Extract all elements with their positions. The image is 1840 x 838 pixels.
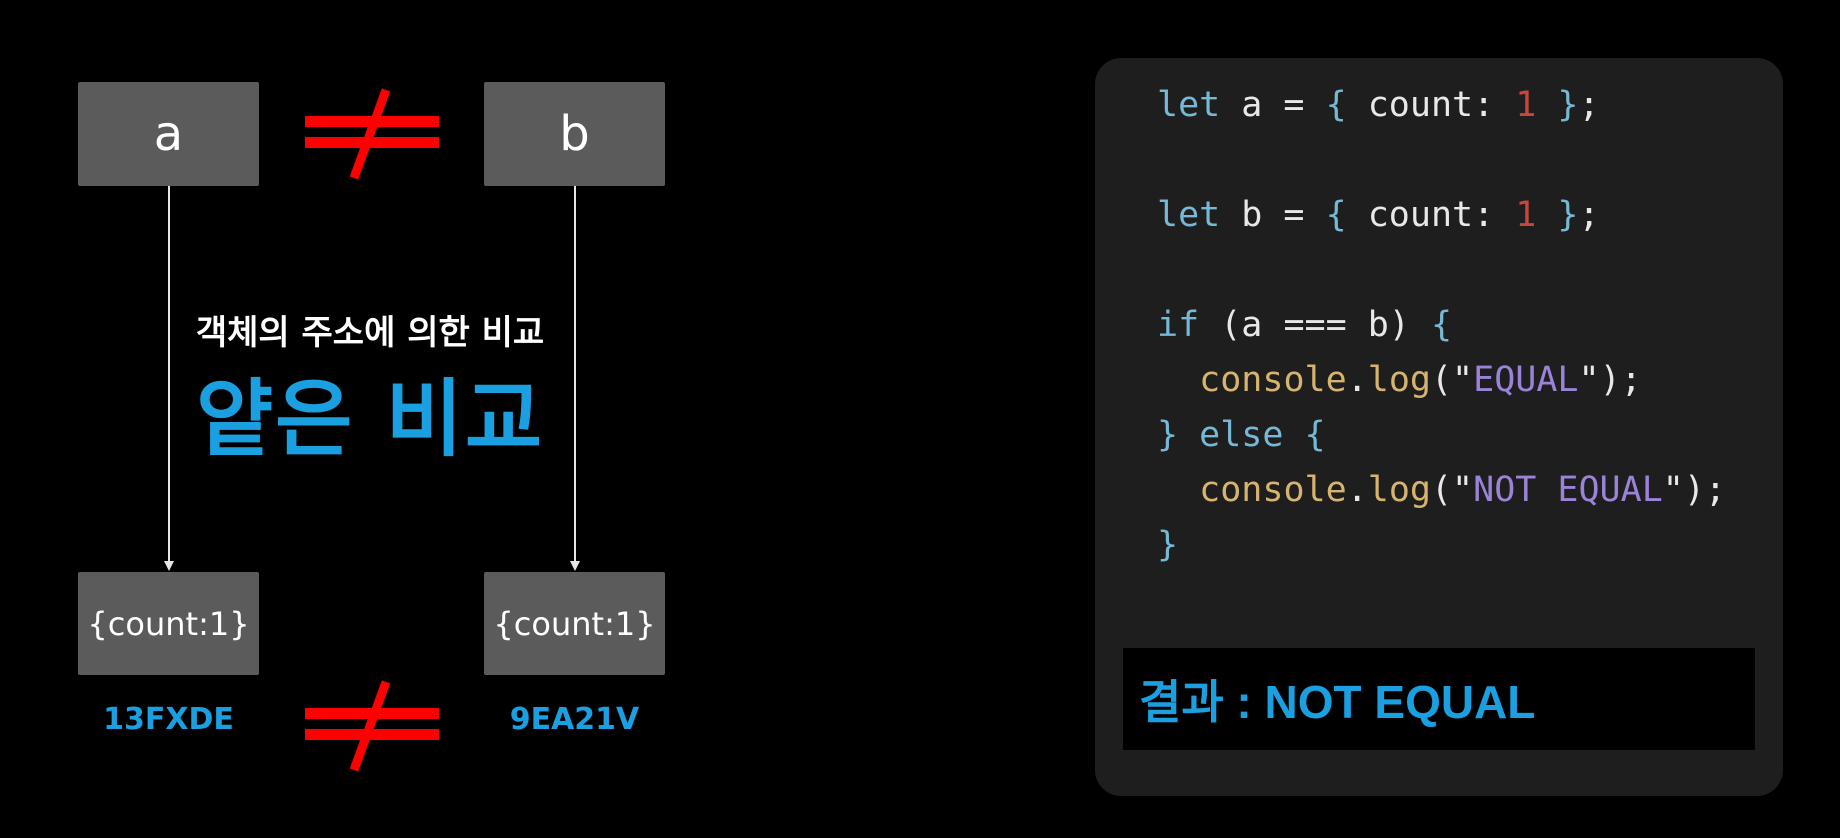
code-line-1: let a = { count: 1 }; xyxy=(1157,85,1600,125)
not-equal-icon xyxy=(305,680,439,772)
result-text: 결과 : NOT EQUAL xyxy=(1139,676,1536,728)
address-b: 9EA21V xyxy=(509,702,640,737)
code-line-5: } else { xyxy=(1157,415,1326,455)
code-line-2: let b = { count: 1 }; xyxy=(1157,195,1600,235)
object-b-label: {count:1} xyxy=(493,604,656,643)
object-b-box: {count:1} xyxy=(484,572,665,675)
caption-subtitle: 객체의 주소에 의한 비교 xyxy=(195,313,545,353)
object-a-box: {count:1} xyxy=(78,572,259,675)
code-line-4: console.log("EQUAL"); xyxy=(1199,360,1642,400)
address-a: 13FXDE xyxy=(103,702,234,737)
code-line-7: } xyxy=(1157,525,1179,565)
object-a-label: {count:1} xyxy=(87,604,250,643)
result-bar: 결과 : NOT EQUAL xyxy=(1123,648,1755,750)
code-line-6: console.log("NOT EQUAL"); xyxy=(1199,470,1727,510)
caption-title: 얕은 비교 xyxy=(195,370,545,468)
code-block: let a = { count: 1 }; let b = { count: 1… xyxy=(1157,78,1726,573)
code-panel: let a = { count: 1 }; let b = { count: 1… xyxy=(1095,58,1783,796)
code-line-3: if (a === b) { xyxy=(1157,305,1453,345)
